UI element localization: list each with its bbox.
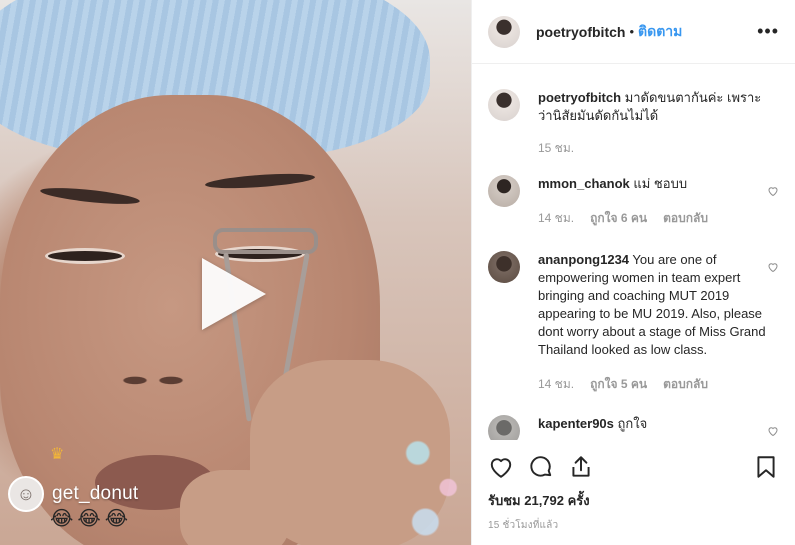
video-player[interactable]: ♛ ☺ get_donut 😂😂😂: [0, 0, 471, 545]
comment-avatar[interactable]: [488, 415, 520, 440]
share-icon[interactable]: [568, 454, 594, 480]
follow-button[interactable]: ติดตาม: [638, 21, 682, 43]
reply-button[interactable]: ตอบกลับ: [663, 375, 708, 393]
crown-icon: ♛: [50, 446, 65, 463]
post-sidebar: poetryofbitch • ติดตาม ••• poetryofbitch…: [471, 0, 795, 545]
overlay-username: get_donut: [52, 483, 139, 504]
comment-username[interactable]: mmon_chanok: [538, 176, 630, 191]
post-header: poetryofbitch • ติดตาม •••: [472, 0, 795, 64]
like-heart-icon[interactable]: [488, 454, 514, 480]
comment-text: ถูกใจ: [617, 416, 648, 431]
caption-username[interactable]: poetryofbitch: [538, 90, 621, 105]
comments-list[interactable]: poetryofbitch มาดัดขนตากันค่ะ เพราะว่านิ…: [472, 65, 795, 440]
overlay-avatar: ☺: [8, 476, 44, 512]
action-bar: [488, 452, 779, 482]
comment: ananpong1234 You are one of empowering w…: [488, 251, 779, 393]
comment-bubble-icon[interactable]: [528, 454, 554, 480]
comment-username[interactable]: ananpong1234: [538, 252, 629, 267]
comment-time: 14 ชม.: [538, 211, 575, 225]
comment-time: 14 ชม.: [538, 377, 575, 391]
comment-likes[interactable]: ถูกใจ 5 คน: [590, 375, 647, 393]
caption: poetryofbitch มาดัดขนตากันค่ะ เพราะว่านิ…: [488, 89, 779, 157]
comment: kapenter90s ถูกใจ: [488, 415, 779, 440]
like-comment-heart-icon[interactable]: [767, 261, 779, 273]
play-icon[interactable]: [202, 258, 266, 330]
post-timestamp: 15 ชั่วโมงที่แล้ว: [488, 520, 559, 531]
comment: mmon_chanok แม่ ชอบบ 14 ชม. ถูกใจ 6 คน ต…: [488, 175, 779, 227]
comment-text: You are one of empowering women in team …: [538, 252, 766, 357]
instagram-post-modal: ♛ ☺ get_donut 😂😂😂 poetryofbitch • ติดตาม…: [0, 0, 795, 545]
caption-time: 15 ชม.: [538, 141, 575, 155]
comment-likes[interactable]: ถูกใจ 6 คน: [590, 209, 647, 227]
view-count[interactable]: รับชม 21,792 ครั้ง: [488, 490, 590, 511]
floating-hearts: [395, 430, 471, 545]
more-options-icon[interactable]: •••: [757, 21, 779, 42]
left-eye: [45, 248, 125, 264]
separator: •: [629, 24, 635, 39]
nose: [108, 360, 198, 394]
like-comment-heart-icon[interactable]: [767, 425, 779, 437]
bookmark-icon[interactable]: [753, 454, 779, 480]
caption-avatar[interactable]: [488, 89, 520, 121]
comment-avatar[interactable]: [488, 251, 520, 283]
comment-avatar[interactable]: [488, 175, 520, 207]
avatar[interactable]: [488, 15, 520, 48]
comment-text: แม่ ชอบบ: [633, 176, 688, 191]
overlay-emojis: 😂😂😂: [50, 508, 133, 530]
comment-username[interactable]: kapenter90s: [538, 416, 614, 431]
author-username[interactable]: poetryofbitch: [536, 24, 625, 40]
like-comment-heart-icon[interactable]: [767, 185, 779, 197]
reply-button[interactable]: ตอบกลับ: [663, 209, 708, 227]
fingers: [180, 470, 290, 545]
